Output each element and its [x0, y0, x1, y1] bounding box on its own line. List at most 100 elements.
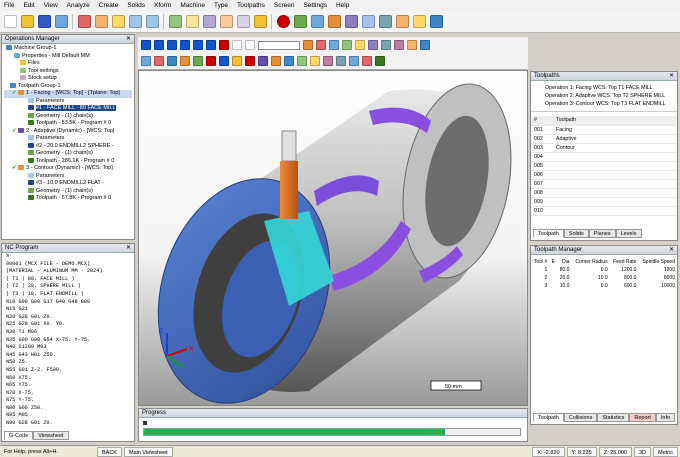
cut-icon[interactable]	[78, 15, 91, 28]
point-icon[interactable]	[186, 15, 199, 28]
view-right-icon[interactable]	[167, 56, 177, 66]
tool-icon[interactable]	[362, 15, 375, 28]
step-back-icon[interactable]	[154, 40, 164, 50]
stop-icon[interactable]	[277, 15, 290, 28]
line-icon[interactable]	[203, 15, 216, 28]
undo-icon[interactable]	[129, 15, 142, 28]
section-icon[interactable]	[394, 40, 404, 50]
close-icon[interactable]: ✕	[669, 246, 674, 255]
table-row[interactable]: 3 10.0 0.0 600.0 10000	[531, 282, 677, 290]
backplot-icon[interactable]	[311, 15, 324, 28]
tree-item-op-1[interactable]: ✔ 1 - Facing - [WCS: Top] - [Tplane: Top…	[4, 90, 132, 98]
table-row[interactable]: 003 Contour	[531, 143, 677, 153]
tree-item-parameters[interactable]: Parameters	[4, 135, 132, 143]
tree-item-files[interactable]: Files	[4, 60, 132, 68]
table-row[interactable]: 2 20.0 10.0 800.0 8000	[531, 274, 677, 282]
tree-item-toolpath[interactable]: Toolpath - 286.1K - Program # 0	[4, 158, 132, 166]
menu-create[interactable]: Create	[99, 2, 119, 9]
menu-edit[interactable]: Edit	[23, 2, 34, 9]
compare-icon[interactable]	[381, 40, 391, 50]
back-button[interactable]: BACK	[97, 446, 122, 457]
print-icon[interactable]	[55, 15, 68, 28]
table-row[interactable]: 001 Facing	[531, 125, 677, 135]
info-icon[interactable]	[430, 15, 443, 28]
tree-item-machine-group[interactable]: Machine Group-1	[4, 45, 132, 53]
close-icon[interactable]: ✕	[669, 72, 674, 81]
tree-item-op-2[interactable]: ✔ 2 - Adaptive (Dynamic) - [WCS: Top]	[4, 128, 132, 136]
tree-item-geometry[interactable]: Geometry - (1) chain(s)	[4, 188, 132, 196]
play-icon[interactable]	[167, 40, 177, 50]
grid-icon[interactable]	[310, 56, 320, 66]
toolpath-display-icon[interactable]	[342, 40, 352, 50]
tree-item-toolpath[interactable]: Toolpath - 53.5K - Program # 0	[4, 120, 132, 128]
tree-item-geometry[interactable]: Geometry - (1) chain(s)	[4, 150, 132, 158]
menu-xform[interactable]: Xform	[154, 2, 171, 9]
tree-item-properties[interactable]: Properties - Mill Default MM	[4, 53, 132, 61]
graphics-viewport[interactable]: Z X Y 50 mm	[138, 70, 528, 406]
rewind-icon[interactable]	[141, 40, 151, 50]
report-icon[interactable]	[420, 40, 430, 50]
lights-icon[interactable]	[284, 56, 294, 66]
tab-solids[interactable]: Solids	[563, 229, 589, 238]
snapshot-icon[interactable]	[349, 56, 359, 66]
color-icon[interactable]	[323, 56, 333, 66]
settings-icon[interactable]	[413, 15, 426, 28]
tab-planes[interactable]: Planes	[588, 229, 616, 238]
tree-item-parameters[interactable]: Parameters	[4, 98, 132, 106]
menu-toolpaths[interactable]: Toolpaths	[237, 2, 265, 9]
table-row[interactable]: 1 80.0 0.0 1200.0 1200	[531, 266, 677, 274]
save-icon[interactable]	[38, 15, 51, 28]
post-icon[interactable]	[328, 15, 341, 28]
table-row[interactable]: 004	[531, 152, 677, 162]
menu-settings[interactable]: Settings	[303, 2, 327, 9]
camera-icon[interactable]	[375, 56, 385, 66]
close-icon[interactable]: ✕	[126, 244, 131, 253]
tab-gcode[interactable]: G-Code	[4, 431, 34, 440]
view-iso-icon[interactable]	[180, 56, 190, 66]
arc-icon[interactable]	[220, 15, 233, 28]
tree-item-tool-settings[interactable]: Tool settings	[4, 68, 132, 76]
tree-item-geometry[interactable]: Geometry - (1) chain(s)	[4, 113, 132, 121]
menu-solids[interactable]: Solids	[127, 2, 145, 9]
table-row[interactable]: 006	[531, 170, 677, 180]
menu-help[interactable]: Help	[336, 2, 349, 9]
viewsheet-button[interactable]: Main Viewsheet	[123, 446, 173, 457]
pan-icon[interactable]	[232, 56, 242, 66]
report-icon[interactable]	[396, 15, 409, 28]
stop-icon[interactable]	[219, 40, 229, 50]
tree-item-tool[interactable]: #2 - 20.0 ENDMILL2 SPHERE -	[4, 143, 132, 151]
chain-icon[interactable]	[237, 15, 250, 28]
units-dropdown[interactable]: Metric	[653, 446, 678, 457]
clip-icon[interactable]	[336, 56, 346, 66]
table-row[interactable]: 005	[531, 161, 677, 171]
simulate-icon[interactable]	[345, 15, 358, 28]
options-icon[interactable]	[232, 40, 242, 50]
fast-forward-icon[interactable]	[193, 40, 203, 50]
holder-icon[interactable]	[316, 40, 326, 50]
measure-icon[interactable]	[407, 40, 417, 50]
highlight-icon[interactable]	[355, 40, 365, 50]
table-row[interactable]: 002 Adaptive	[531, 134, 677, 144]
table-row[interactable]: 008	[531, 188, 677, 198]
tab-levels[interactable]: Levels	[615, 229, 642, 238]
axes-icon[interactable]	[297, 56, 307, 66]
wireframe-icon[interactable]	[258, 56, 268, 66]
mode-3d-button[interactable]: 3D	[633, 446, 652, 457]
view-front-icon[interactable]	[154, 56, 164, 66]
close-icon[interactable]: ✕	[126, 35, 131, 44]
tree-item-parameters[interactable]: Parameters	[4, 173, 132, 181]
menu-analyze[interactable]: Analyze	[67, 2, 90, 9]
menu-file[interactable]: File	[4, 2, 14, 9]
tree-item-stock-setup[interactable]: Stock setup	[4, 75, 132, 83]
tree-item-tool[interactable]: #3 - 10.0 ENDMILL2 FLAT -	[4, 180, 132, 188]
tab-collisions[interactable]: Collisions	[563, 413, 598, 422]
rotate-icon[interactable]	[219, 56, 229, 66]
pause-icon[interactable]	[206, 40, 216, 50]
verify-icon[interactable]	[368, 40, 378, 50]
tree-item-toolpath[interactable]: Toolpath - 57.8K - Program # 0	[4, 195, 132, 203]
tab-toolpath[interactable]: Toolpath	[533, 413, 564, 422]
redo-icon[interactable]	[146, 15, 159, 28]
tool-display-icon[interactable]	[303, 40, 313, 50]
tab-info[interactable]: Info	[655, 413, 676, 422]
tab-toolpath[interactable]: Toolpath	[533, 229, 564, 238]
